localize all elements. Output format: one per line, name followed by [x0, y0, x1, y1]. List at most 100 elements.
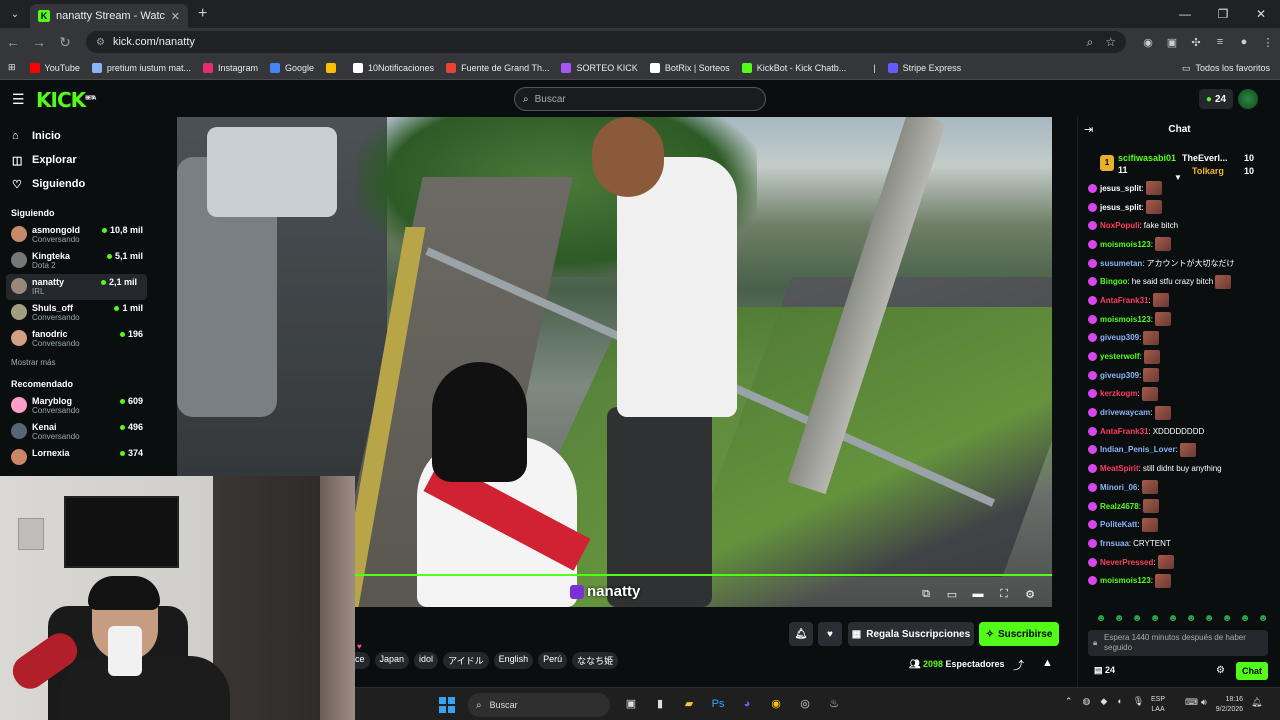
microphone-icon[interactable]: 🎙︎	[1133, 696, 1144, 707]
search-input[interactable]: ⌕ Buscar	[514, 87, 766, 111]
apps-icon[interactable]: ⊞	[8, 62, 16, 73]
volume-icon[interactable]: 🔊︎	[1201, 697, 1207, 708]
leader-3[interactable]: Tolkarg	[1192, 166, 1224, 176]
site-info-icon[interactable]: ⚙	[96, 37, 105, 48]
bookmark-item[interactable]	[326, 62, 341, 73]
stream-tag[interactable]: アイドル	[443, 652, 489, 669]
bookmark-item[interactable]: 10Notificaciones	[353, 62, 434, 73]
profile-icon[interactable]: ●	[1232, 36, 1256, 49]
emote-icon[interactable]: ☻	[1092, 613, 1110, 625]
bookmark-item[interactable]: Google	[269, 62, 314, 73]
minimize-button[interactable]: —	[1166, 0, 1204, 28]
report-icon[interactable]: ▲	[1042, 657, 1053, 669]
chat-username[interactable]: moismois123	[1100, 240, 1151, 249]
sidebar-channel-nanatty[interactable]: nanatty IRL 2,1 mil	[6, 274, 147, 300]
steam-icon[interactable]: ♨	[821, 694, 847, 714]
emote-icon[interactable]: ☻	[1146, 613, 1164, 625]
emote-icon[interactable]: ☻	[1236, 613, 1254, 625]
bookmark-star-icon[interactable]: ☆	[1105, 35, 1116, 49]
chat-username[interactable]: Indian_Penis_Lover	[1100, 445, 1176, 454]
emote-icon[interactable]: ☻	[1218, 613, 1236, 625]
close-window-button[interactable]: ✕	[1242, 0, 1280, 28]
chat-settings-icon[interactable]: ⚙	[1216, 665, 1225, 676]
chat-username[interactable]: NeverPressed	[1100, 558, 1153, 567]
chat-username[interactable]: jesus_split	[1100, 184, 1141, 193]
chat-username[interactable]: Minori_06	[1100, 483, 1137, 492]
tray-app-icon[interactable]: ◆	[1100, 696, 1107, 707]
bookmark-item[interactable]: |	[858, 63, 875, 73]
file-explorer-icon[interactable]: ▰	[676, 694, 702, 714]
clip-icon[interactable]: ⧉	[913, 588, 939, 601]
share-icon[interactable]: ⤴	[1013, 657, 1024, 673]
leader-1[interactable]: scifiwasabi01	[1118, 153, 1176, 163]
puzzle-icon[interactable]: ✣	[1184, 36, 1208, 49]
chat-username[interactable]: MeatSpirit	[1100, 464, 1139, 473]
active-tab[interactable]: K nanatty Stream - Watch Live on Kick ✕	[30, 4, 188, 28]
bookmark-item[interactable]: BotRix | Sorteos	[649, 62, 730, 73]
tab-close-icon[interactable]: ✕	[171, 10, 180, 23]
pin-icon[interactable]: ▼	[1174, 173, 1182, 182]
discord-icon[interactable]: ◕	[734, 694, 760, 714]
language-indicator[interactable]: ESP LAA	[1151, 695, 1165, 715]
settings-gear-icon[interactable]: ⚙	[1017, 588, 1043, 601]
chat-username[interactable]: Realz4678	[1100, 502, 1139, 511]
gift-subscriptions-button[interactable]: ▦ Regala Suscripciones	[848, 622, 974, 646]
user-avatar[interactable]	[1238, 89, 1258, 109]
leader-2[interactable]: TheEverl...	[1182, 153, 1228, 163]
sidebar-channel-fanodric[interactable]: fanodric Conversando 196	[0, 326, 153, 352]
kick-logo[interactable]: KICKBETA	[36, 88, 96, 112]
kicks-balance[interactable]: ● 24	[1199, 89, 1233, 109]
emote-icon[interactable]: ☻	[1254, 613, 1272, 625]
chat-username[interactable]: drivewaycam	[1100, 408, 1150, 417]
menu-icon[interactable]: ⋮	[1256, 36, 1280, 49]
bookmark-item[interactable]: KickBot - Kick Chatb...	[741, 62, 846, 73]
windows-start-icon[interactable]	[439, 697, 455, 713]
network-icon[interactable]: ⌨	[1185, 697, 1198, 708]
chat-username[interactable]: giveup309	[1100, 371, 1139, 380]
bookmark-item[interactable]: YouTube	[29, 62, 80, 73]
emote-icon[interactable]: ☻	[1128, 613, 1146, 625]
show-more-link[interactable]: Mostrar más	[0, 358, 153, 367]
chat-username[interactable]: susumetan	[1100, 259, 1142, 268]
zoom-icon[interactable]: ⌕	[1087, 35, 1094, 50]
stream-tag[interactable]: Perú	[538, 652, 568, 669]
emote-icon[interactable]: ☻	[1164, 613, 1182, 625]
notification-bell-button[interactable]: 🔔︎	[789, 622, 813, 646]
tray-app-icon[interactable]: ◐	[1117, 696, 1122, 707]
chat-send-button[interactable]: Chat	[1236, 662, 1268, 680]
sidebar-channel-kenai[interactable]: Kenai Conversando 496	[0, 419, 153, 445]
chat-username[interactable]: moismois123	[1100, 576, 1151, 585]
obs-icon[interactable]: ◎	[792, 694, 818, 714]
chat-username[interactable]: PoliteKatt	[1100, 520, 1137, 529]
bookmark-item[interactable]: Stripe Express	[887, 62, 961, 73]
notifications-icon[interactable]: 🔔︎	[1251, 697, 1262, 708]
sidebar-channel-asmongold[interactable]: asmongold Conversando 10,8 mil	[0, 222, 153, 248]
bookmark-item[interactable]: Instagram	[202, 62, 258, 73]
stream-tag[interactable]: idol	[414, 652, 439, 669]
reload-button[interactable]: ↻	[52, 34, 78, 51]
menu-icon[interactable]: ☰	[12, 91, 25, 108]
bookmark-item[interactable]: Fuente de Grand Th...	[446, 62, 549, 73]
follow-heart-button[interactable]: ♥	[818, 622, 842, 646]
emote-icon[interactable]: ☻	[1110, 613, 1128, 625]
chat-username[interactable]: jesus_split	[1100, 203, 1141, 212]
chat-username[interactable]: moismois123	[1100, 315, 1151, 324]
sidebar-channel-maryblog[interactable]: Maryblog Conversando 609	[0, 393, 153, 419]
chat-username[interactable]: NoxPopuli	[1100, 221, 1140, 230]
taskbar-search[interactable]: ⌕ Buscar	[468, 693, 610, 717]
sidebar-channel-shuls_off[interactable]: Shuls_off Conversando 1 mil	[0, 300, 153, 326]
clock[interactable]: 18:16 9/2/2026	[1213, 695, 1243, 715]
emote-icon[interactable]: ☻	[1200, 613, 1218, 625]
nav-inicio[interactable]: ⌂ Inicio	[0, 124, 153, 148]
stream-tag[interactable]: ななち姫	[572, 652, 619, 669]
bookmark-item[interactable]: SORTEO KICK	[561, 62, 638, 73]
all-bookmarks-button[interactable]: ▭ Todos los favoritos	[1182, 56, 1270, 80]
chat-username[interactable]: yesterwolf	[1100, 352, 1140, 361]
back-button[interactable]: ←	[0, 34, 26, 50]
chat-username[interactable]: frnsuaa	[1100, 539, 1129, 548]
forward-button[interactable]: →	[26, 34, 52, 50]
app-icon[interactable]: ▮	[647, 694, 673, 714]
chat-username[interactable]: Bingoo	[1100, 277, 1128, 286]
bookmark-item[interactable]: pretium iustum mat...	[91, 62, 191, 73]
emote-icon[interactable]: ☻	[1182, 613, 1200, 625]
